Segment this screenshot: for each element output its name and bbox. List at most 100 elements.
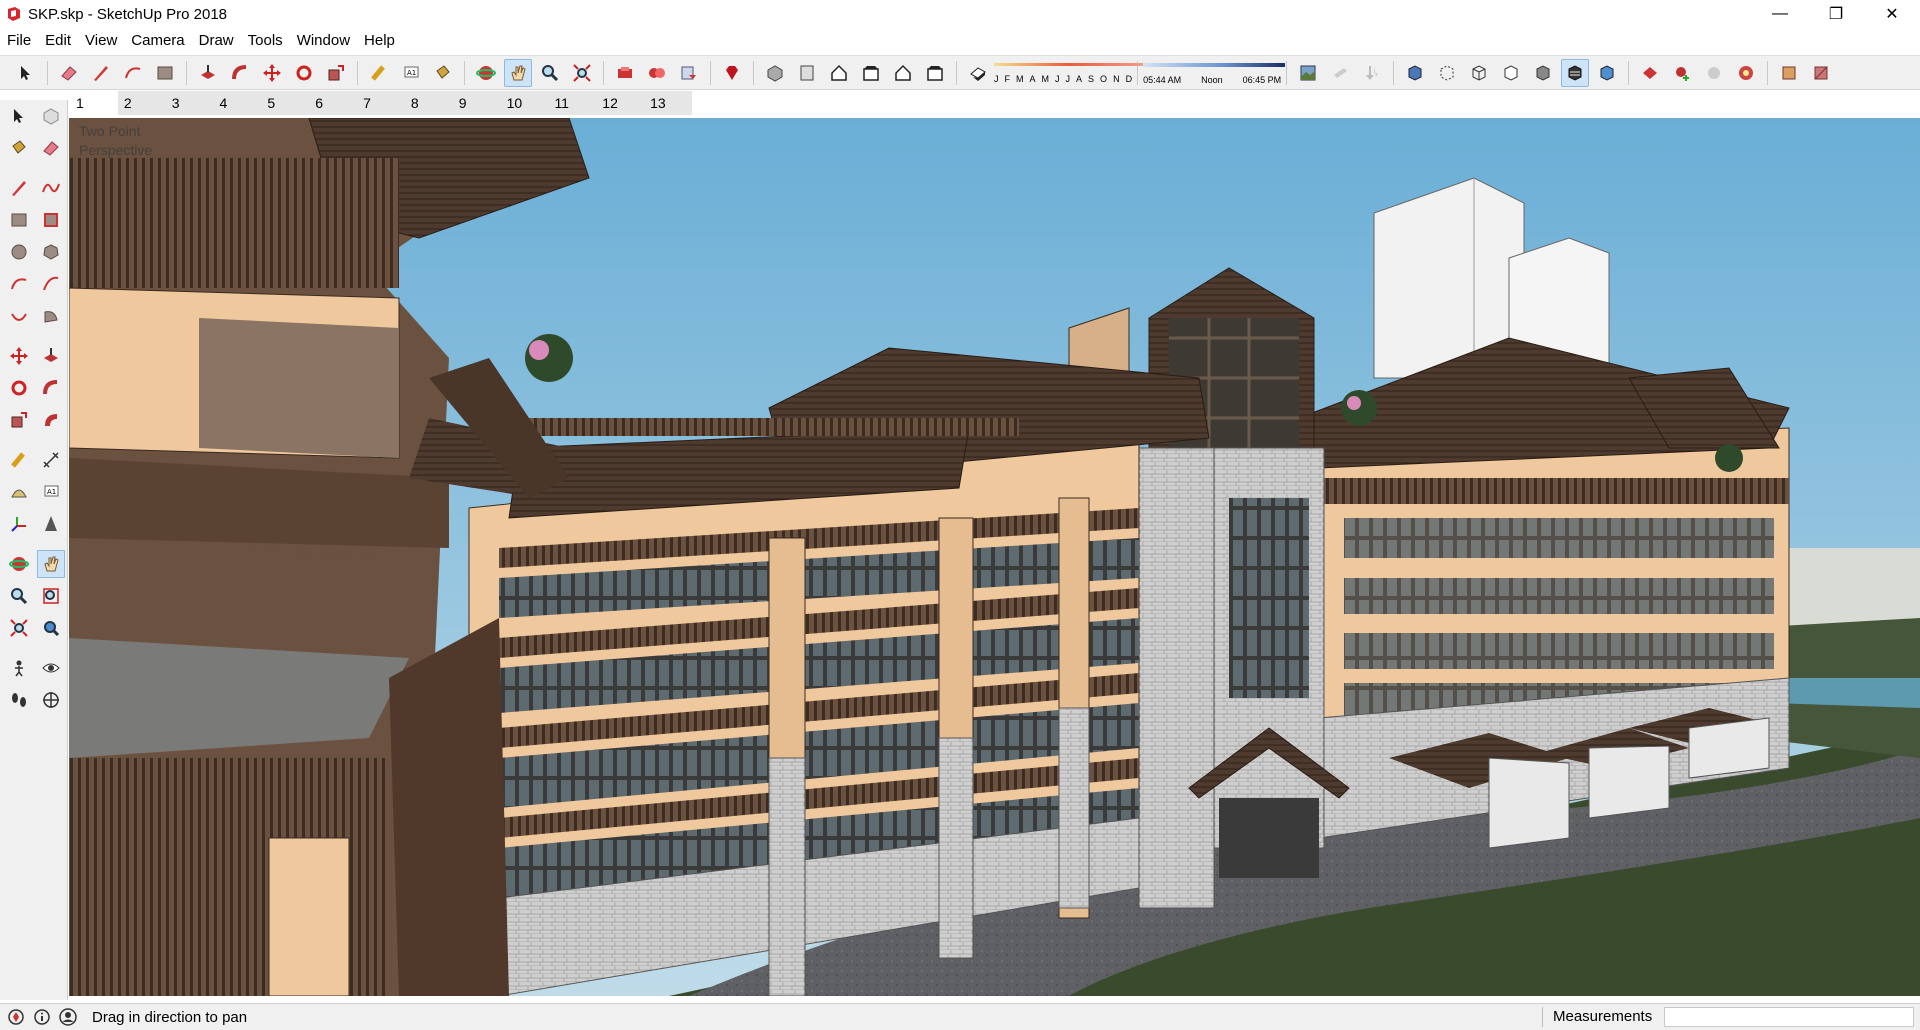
left-view-button[interactable]: [921, 59, 949, 87]
menu-draw[interactable]: Draw: [192, 29, 241, 53]
freehand-button[interactable]: [37, 174, 65, 202]
menu-tools[interactable]: Tools: [241, 29, 290, 53]
scene-tab[interactable]: 4: [214, 91, 262, 115]
walk-button[interactable]: [5, 686, 33, 714]
monochrome-style-button[interactable]: [1593, 59, 1621, 87]
tape-measure-tool-button[interactable]: [365, 59, 393, 87]
offset-button[interactable]: [37, 406, 65, 434]
move-button[interactable]: [5, 342, 33, 370]
sandbox-smoove-button[interactable]: [1326, 59, 1354, 87]
rectangle-button[interactable]: [5, 206, 33, 234]
orbit-tool-button[interactable]: [472, 59, 500, 87]
extension-button-1[interactable]: [1636, 59, 1664, 87]
rectangle-tool-button[interactable]: [151, 59, 179, 87]
polygon-button[interactable]: [37, 238, 65, 266]
protractor-button[interactable]: [5, 478, 33, 506]
menu-edit[interactable]: Edit: [38, 29, 78, 53]
tape-measure-button[interactable]: [5, 446, 33, 474]
warehouse-button[interactable]: [611, 59, 639, 87]
scene-tab[interactable]: 2: [118, 91, 166, 115]
extension-button-2[interactable]: [1668, 59, 1696, 87]
scene-tab[interactable]: 11: [548, 91, 596, 115]
scene-tab[interactable]: 12: [596, 91, 644, 115]
menu-help[interactable]: Help: [357, 29, 402, 53]
fog-button[interactable]: [1294, 59, 1322, 87]
eraser-button[interactable]: [37, 134, 65, 162]
menu-camera[interactable]: Camera: [124, 29, 191, 53]
layout-send-button[interactable]: [1775, 59, 1803, 87]
3d-text-button[interactable]: [37, 510, 65, 538]
zoom-button[interactable]: [5, 582, 33, 610]
zoom-extents-tool-button[interactable]: [568, 59, 596, 87]
scene-tab[interactable]: 10: [501, 91, 549, 115]
select-tool-button[interactable]: [5, 102, 33, 130]
front-view-button[interactable]: [825, 59, 853, 87]
scene-tab[interactable]: 3: [166, 91, 214, 115]
minimize-button[interactable]: —: [1752, 0, 1808, 28]
shaded-textures-style-button[interactable]: [1561, 58, 1590, 87]
iso-view-button[interactable]: [761, 59, 789, 87]
rotate-button[interactable]: [5, 374, 33, 402]
credits-button[interactable]: [32, 1007, 52, 1027]
menu-file[interactable]: File: [0, 29, 38, 53]
shadow-time-slider[interactable]: 05:44 AM Noon 06:45 PM: [1143, 59, 1286, 87]
wireframe-style-button[interactable]: [1465, 59, 1493, 87]
dimension-button[interactable]: [37, 446, 65, 474]
axes-button[interactable]: [5, 510, 33, 538]
rotate-tool-button[interactable]: [290, 59, 318, 87]
line-tool-button[interactable]: [87, 59, 115, 87]
position-camera-button[interactable]: [5, 654, 33, 682]
previous-view-button[interactable]: [37, 614, 65, 642]
paint-bucket-tool-button[interactable]: [429, 59, 457, 87]
top-view-button[interactable]: [793, 59, 821, 87]
three-point-arc-button[interactable]: [5, 302, 33, 330]
extension-warehouse-button[interactable]: [643, 59, 671, 87]
menu-window[interactable]: Window: [290, 29, 357, 53]
select-tool-button[interactable]: [12, 59, 40, 87]
extension-button-4[interactable]: [1732, 59, 1760, 87]
pie-button[interactable]: [37, 302, 65, 330]
follow-me-tool-button[interactable]: [226, 59, 254, 87]
scale-tool-button[interactable]: [322, 59, 350, 87]
follow-me-button[interactable]: [37, 374, 65, 402]
two-point-arc-button[interactable]: [37, 270, 65, 298]
scene-tab[interactable]: 7: [357, 91, 405, 115]
zoom-window-button[interactable]: [37, 582, 65, 610]
orbit-button[interactable]: [5, 550, 33, 578]
pan-button[interactable]: [37, 550, 65, 578]
xray-style-button[interactable]: [1401, 59, 1429, 87]
ruby-console-button[interactable]: [718, 59, 746, 87]
zoom-extents-button[interactable]: [5, 614, 33, 642]
share-model-button[interactable]: [675, 59, 703, 87]
extension-button-3[interactable]: [1700, 59, 1728, 87]
pan-tool-button[interactable]: [504, 58, 532, 87]
model-viewport[interactable]: Two Point Perspective: [69, 118, 1920, 996]
scene-tab[interactable]: 5: [261, 91, 309, 115]
sandbox-stamp-button[interactable]: [1358, 59, 1386, 87]
scene-tab[interactable]: 1: [70, 91, 118, 115]
sign-in-button[interactable]: [58, 1007, 78, 1027]
make-component-button[interactable]: [37, 102, 65, 130]
menu-view[interactable]: View: [78, 29, 124, 53]
push-pull-tool-button[interactable]: [194, 59, 222, 87]
text-button[interactable]: A1: [37, 478, 65, 506]
circle-button[interactable]: [5, 238, 33, 266]
look-around-button[interactable]: [37, 654, 65, 682]
back-edges-button[interactable]: [1433, 59, 1461, 87]
move-tool-button[interactable]: [258, 59, 286, 87]
paint-bucket-button[interactable]: [5, 134, 33, 162]
scene-tab[interactable]: 6: [309, 91, 357, 115]
section-plane-button[interactable]: [37, 686, 65, 714]
restore-button[interactable]: ❐: [1808, 0, 1864, 28]
right-view-button[interactable]: [857, 59, 885, 87]
shadow-month-slider[interactable]: J F M A M J J A S O N D: [994, 59, 1144, 87]
text-tool-button[interactable]: A1: [397, 59, 425, 87]
push-pull-button[interactable]: [37, 342, 65, 370]
scene-tab[interactable]: 8: [405, 91, 453, 115]
close-button[interactable]: ✕: [1864, 0, 1920, 28]
eraser-tool-button[interactable]: [55, 59, 83, 87]
zoom-tool-button[interactable]: [536, 59, 564, 87]
scene-tab[interactable]: 9: [453, 91, 501, 115]
scene-tab[interactable]: 13: [644, 91, 692, 115]
geo-location-button[interactable]: [6, 1007, 26, 1027]
